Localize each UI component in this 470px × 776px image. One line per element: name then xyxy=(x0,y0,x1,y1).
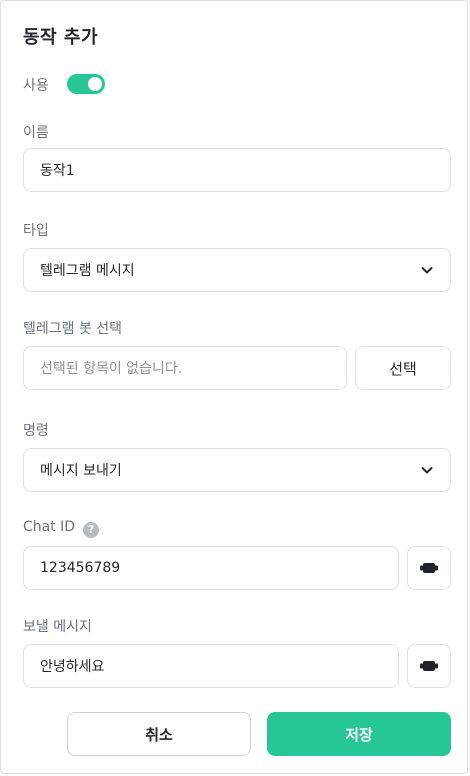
chevron-down-icon xyxy=(421,467,433,474)
chat-id-label-row: Chat ID? xyxy=(23,519,100,538)
command-label: 명령 xyxy=(23,423,49,439)
chat-id-variable-button[interactable] xyxy=(407,546,451,590)
chevron-down-icon xyxy=(421,267,433,274)
question-circle-icon[interactable]: ? xyxy=(83,522,100,538)
message-input[interactable]: 안녕하세요 xyxy=(23,644,399,688)
add-action-dialog: 동작 추가 사용 이름 동작1 타입 텔레그램 메시지 텔레그램 봇 선택 선택… xyxy=(0,0,468,774)
message-label: 보낼 메시지 xyxy=(23,619,92,635)
type-selected: 텔레그램 메시지 xyxy=(40,263,135,279)
variable-block-icon xyxy=(420,661,438,671)
toggle-knob xyxy=(88,77,102,91)
variable-block-icon xyxy=(420,563,438,573)
bot-select-button[interactable]: 선택 xyxy=(355,346,451,390)
bot-placeholder: 선택된 항목이 없습니다. xyxy=(40,361,183,377)
type-select[interactable]: 텔레그램 메시지 xyxy=(23,248,451,292)
save-button-label: 저장 xyxy=(345,725,373,744)
bot-select-button-label: 선택 xyxy=(389,359,417,378)
cancel-button[interactable]: 취소 xyxy=(67,712,251,756)
message-variable-button[interactable] xyxy=(407,644,451,688)
name-label: 이름 xyxy=(23,125,49,141)
name-value: 동작1 xyxy=(40,163,75,179)
message-value: 안녕하세요 xyxy=(40,659,105,675)
type-label: 타입 xyxy=(23,223,49,239)
use-label: 사용 xyxy=(23,78,49,94)
name-input[interactable]: 동작1 xyxy=(23,148,451,192)
chat-id-input[interactable]: 123456789 xyxy=(23,546,399,590)
chat-id-label: Chat ID xyxy=(23,519,76,535)
save-button[interactable]: 저장 xyxy=(267,712,451,756)
command-select[interactable]: 메시지 보내기 xyxy=(23,448,451,492)
command-selected: 메시지 보내기 xyxy=(40,463,122,479)
bot-label: 텔레그램 봇 선택 xyxy=(23,321,123,337)
dialog-title: 동작 추가 xyxy=(23,27,99,48)
use-toggle[interactable] xyxy=(67,74,105,94)
cancel-button-label: 취소 xyxy=(145,725,173,744)
bot-select-input[interactable]: 선택된 항목이 없습니다. xyxy=(23,346,347,390)
chat-id-value: 123456789 xyxy=(40,560,121,576)
